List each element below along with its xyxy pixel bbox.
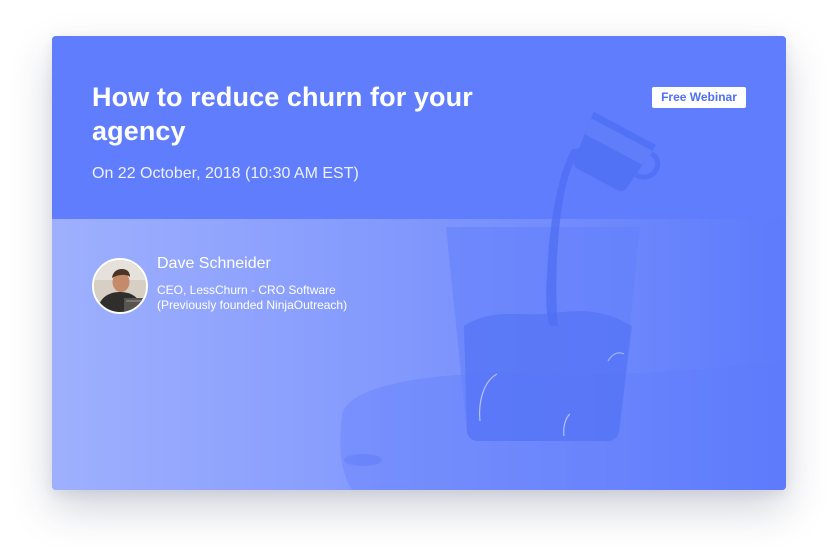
- speaker-previous-company: (Previously founded NinjaOutreach): [157, 298, 348, 312]
- speaker-photo: [94, 260, 146, 312]
- webinar-card[interactable]: How to reduce churn for your agency On 2…: [52, 36, 786, 490]
- free-webinar-badge: Free Webinar: [652, 87, 746, 108]
- webinar-date: On 22 October, 2018 (10:30 AM EST): [92, 165, 359, 182]
- webinar-title: How to reduce churn for your agency: [92, 82, 473, 146]
- spill-drop: [344, 454, 382, 466]
- speaker-role: CEO, LessChurn - CRO Software: [157, 283, 336, 297]
- speaker-name: Dave Schneider: [157, 255, 271, 272]
- small-cup: [574, 111, 661, 192]
- avatar: [92, 258, 148, 314]
- page: How to reduce churn for your agency On 2…: [0, 0, 838, 558]
- cup-liquid: [464, 311, 632, 441]
